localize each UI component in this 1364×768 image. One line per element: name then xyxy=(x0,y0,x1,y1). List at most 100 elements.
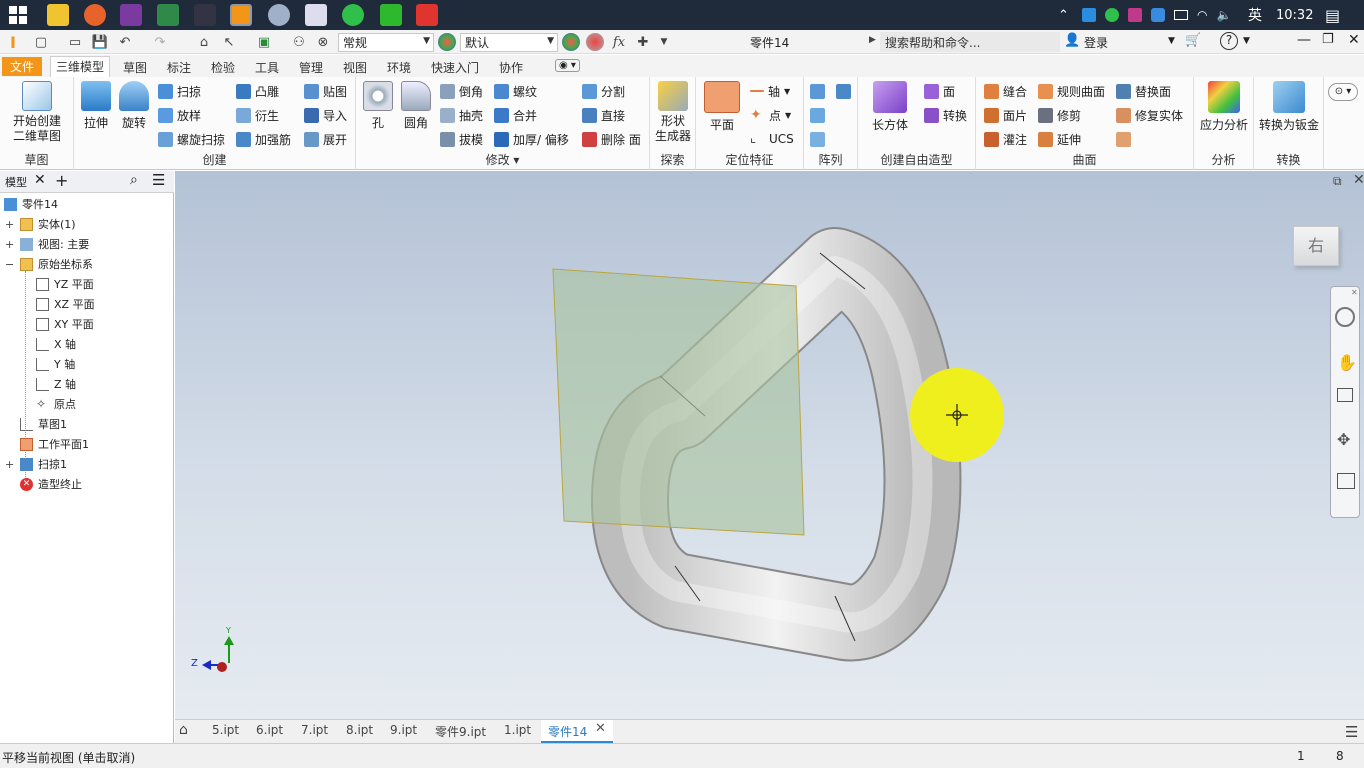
rib-button[interactable]: 加强筋 xyxy=(236,129,291,149)
color-wheel-icon[interactable] xyxy=(438,33,456,51)
update-icon[interactable]: ▣ xyxy=(255,33,273,51)
tree-item-end-of-part[interactable]: ✕ 造型终止 xyxy=(20,475,82,493)
plane-button[interactable]: 平面 xyxy=(700,81,744,133)
point-button[interactable]: ✦ 点 ▼ xyxy=(750,105,791,125)
tree-item-yz-plane[interactable]: YZ 平面 xyxy=(36,275,94,293)
browser-search-icon[interactable]: ⌕ xyxy=(130,172,138,188)
stress-analysis-button[interactable]: 应力分析 xyxy=(1196,81,1252,133)
customize-qat-icon[interactable]: ▼ xyxy=(655,33,673,51)
app-dark-icon[interactable] xyxy=(194,4,216,26)
mirror-button[interactable] xyxy=(836,81,855,101)
split-button[interactable]: 分割 xyxy=(582,81,625,101)
thicken-button[interactable]: 加厚/ 偏移 xyxy=(494,129,569,149)
file-explorer-icon[interactable] xyxy=(47,4,69,26)
home-icon[interactable]: ⌂ xyxy=(195,33,213,51)
doc-tabs-menu-icon[interactable]: ☰ xyxy=(1345,723,1358,741)
doc-tab-7ipt[interactable]: 7.ipt xyxy=(301,723,328,737)
browser-menu-icon[interactable]: ☰ xyxy=(152,171,165,189)
tree-item-view[interactable]: 视图: 主要 xyxy=(20,235,89,253)
help-icon[interactable]: ? xyxy=(1220,32,1238,50)
tree-item-x-axis[interactable]: X 轴 xyxy=(36,335,76,353)
tree-item-center-point[interactable]: ✧ 原点 xyxy=(36,395,76,413)
start-2d-sketch-button[interactable]: 开始创建 二维草图 xyxy=(6,81,68,144)
tray-onenote-icon[interactable] xyxy=(1128,8,1142,22)
ribbon-options-icon[interactable]: ◉ ▾ xyxy=(555,59,580,72)
orbit-icon[interactable]: ✥ xyxy=(1337,430,1350,449)
steering-wheel-icon[interactable] xyxy=(1335,307,1355,327)
ime-indicator[interactable]: 英 xyxy=(1248,0,1262,30)
tab-inspect[interactable]: 检验 xyxy=(206,58,240,77)
doc-tab-6ipt[interactable]: 6.ipt xyxy=(256,723,283,737)
maximize-view-icon[interactable]: ⧉ xyxy=(1333,174,1342,189)
doc-tab-close-icon[interactable]: ✕ xyxy=(595,721,606,736)
app-c-red-icon[interactable] xyxy=(416,4,438,26)
minimize-icon[interactable]: — xyxy=(1297,32,1311,48)
wifi-icon[interactable]: ◠ xyxy=(1197,8,1207,22)
tree-item-part14[interactable]: 零件14 xyxy=(4,195,58,213)
doc-tab-9ipt[interactable]: 9.ipt xyxy=(390,723,417,737)
tab-3d-model[interactable]: 三维模型 xyxy=(50,56,111,77)
measure-icon[interactable]: ⚇ xyxy=(290,33,308,51)
restore-icon[interactable]: ❐ xyxy=(1322,32,1334,47)
windows-start-icon[interactable] xyxy=(8,5,28,25)
tree-item-z-axis[interactable]: Z 轴 xyxy=(36,375,76,393)
ribbon-extra-dropdown-icon[interactable]: ⊙ ▾ xyxy=(1328,83,1358,101)
import-button[interactable]: 导入 xyxy=(304,105,347,125)
open-file-icon[interactable]: ▭ xyxy=(66,33,84,51)
repair-body-button[interactable]: 修复实体 xyxy=(1116,105,1183,125)
tab-view[interactable]: 视图 xyxy=(338,58,372,77)
wechat-icon[interactable] xyxy=(342,4,364,26)
coil-button[interactable]: 螺旋扫掠 xyxy=(158,129,225,149)
doc-tab-active[interactable]: 零件14 ✕ xyxy=(541,720,613,743)
shape-generator-button[interactable]: 形状 生成器 xyxy=(654,81,692,144)
onenote-icon[interactable] xyxy=(120,4,142,26)
zoom-icon[interactable] xyxy=(1337,388,1353,402)
tray-qq-icon[interactable] xyxy=(1151,8,1165,22)
trim-button[interactable]: 修剪 xyxy=(1038,105,1081,125)
browser-close-icon[interactable]: ✕ xyxy=(34,172,46,188)
tab-annotate[interactable]: 标注 xyxy=(162,58,196,77)
appearance-dropdown[interactable]: 默认 ▼ xyxy=(460,33,558,52)
direct-edit-button[interactable]: 直接 xyxy=(582,105,625,125)
viewcube[interactable]: 右 xyxy=(1293,226,1339,266)
clear-appearance-icon[interactable] xyxy=(586,33,604,51)
tab-collaborate[interactable]: 协作 xyxy=(494,58,528,77)
expand-icon[interactable]: + xyxy=(5,218,14,231)
volume-icon[interactable]: 🔈 xyxy=(1216,8,1231,22)
work-plane-1[interactable] xyxy=(552,268,805,536)
inventor-icon[interactable] xyxy=(230,4,252,26)
app-c-green-icon[interactable] xyxy=(380,4,402,26)
help-dropdown-icon[interactable]: ▼ xyxy=(1243,36,1250,46)
doc-tab-1ipt[interactable]: 1.ipt xyxy=(504,723,531,737)
fillet-button[interactable]: 圆角 xyxy=(398,81,434,131)
tree-item-sweep1[interactable]: 扫掠1 xyxy=(20,455,67,473)
emboss-button[interactable]: 凸雕 xyxy=(236,81,279,101)
tree-item-sketch1[interactable]: 草图1 xyxy=(20,415,67,433)
tab-get-started[interactable]: 快速入门 xyxy=(426,58,484,77)
pan-icon[interactable]: ✋ xyxy=(1337,353,1357,372)
graphics-viewport[interactable]: Y Z 右 ⧉ ✕ ✕ ✋ ✥ xyxy=(175,171,1364,719)
extrude-button[interactable]: 拉伸 xyxy=(78,81,114,131)
app-v-icon[interactable] xyxy=(157,4,179,26)
expand-icon[interactable]: + xyxy=(5,238,14,251)
browser-add-icon[interactable]: + xyxy=(55,171,68,190)
replace-face-button[interactable]: 替换面 xyxy=(1116,81,1171,101)
sculpt-button[interactable]: 灌注 xyxy=(984,129,1027,149)
loft-button[interactable]: 放样 xyxy=(158,105,201,125)
tree-item-solid-bodies[interactable]: 实体(1) xyxy=(20,215,76,233)
expand-icon[interactable]: + xyxy=(5,458,14,471)
battery-icon[interactable] xyxy=(1174,10,1188,20)
help-search-input[interactable]: 搜索帮助和命令... xyxy=(880,32,1060,52)
new-file-icon[interactable]: ▢ xyxy=(32,33,50,51)
ruled-surface-button[interactable]: 规则曲面 xyxy=(1038,81,1105,101)
axis-button[interactable]: 轴 ▼ xyxy=(750,81,790,101)
thread-button[interactable]: 螺纹 xyxy=(494,81,537,101)
chamfer-button[interactable]: 倒角 xyxy=(440,81,483,101)
appearance-override-icon[interactable] xyxy=(562,33,580,51)
tab-tools[interactable]: 工具 xyxy=(250,58,284,77)
unfold-button[interactable]: 展开 xyxy=(304,129,347,149)
search-expand-icon[interactable]: ▶ xyxy=(869,35,876,45)
tree-item-xy-plane[interactable]: XY 平面 xyxy=(36,315,94,333)
cart-icon[interactable]: 🛒 xyxy=(1185,33,1201,48)
tab-environments[interactable]: 环境 xyxy=(382,58,416,77)
